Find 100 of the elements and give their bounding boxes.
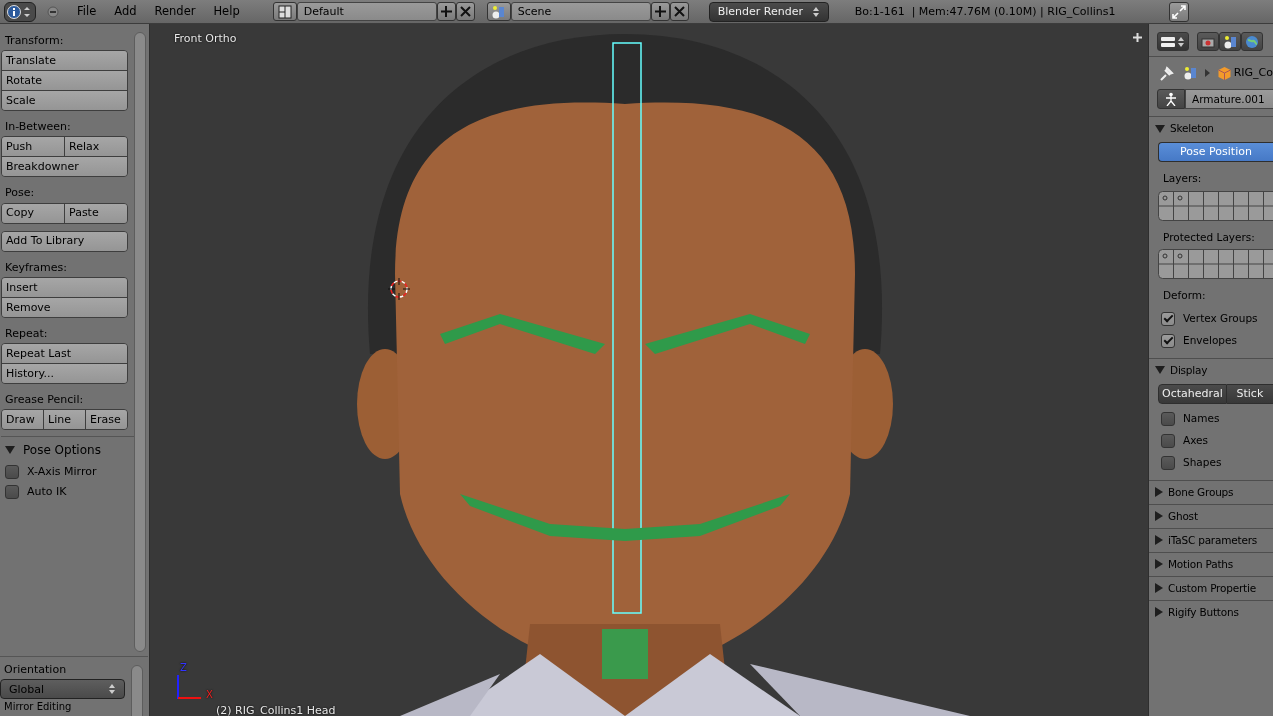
field-label: Protected Layers:: [1162, 229, 1256, 245]
screen-layout-field[interactable]: Default: [296, 2, 437, 21]
chevron-icon: [1204, 69, 1210, 77]
plus-icon[interactable]: [1133, 33, 1142, 42]
add-icon[interactable]: [650, 2, 670, 21]
scene-icon[interactable]: [486, 2, 511, 21]
checkbox[interactable]: [1161, 455, 1175, 470]
pose-position-button[interactable]: Pose Position: [1158, 142, 1273, 162]
tool-button[interactable]: Push: [2, 137, 64, 157]
close-icon[interactable]: [455, 2, 475, 21]
render-engine-dropdown[interactable]: Blender Render: [708, 1, 829, 22]
checkbox-label: Envelopes: [1183, 334, 1237, 348]
section-label: Mirror Editing: [3, 700, 73, 713]
axis-label: X: [206, 689, 213, 701]
globe-icon[interactable]: [1241, 32, 1263, 51]
checkbox[interactable]: [5, 464, 19, 479]
expand-arrow-icon[interactable]: [1155, 559, 1163, 570]
scene-statistics: Bo:1-161 | Mem:47.76M (0.10M) | RIG_Collins1: [854, 4, 1116, 19]
armature-icon[interactable]: [1157, 89, 1185, 109]
checkbox[interactable]: [5, 484, 19, 499]
tool-button[interactable]: Remove: [2, 297, 127, 317]
add-icon[interactable]: [436, 2, 456, 21]
expand-arrow-icon[interactable]: [1155, 583, 1163, 594]
panel-title[interactable]: Skeleton: [1170, 122, 1214, 135]
close-icon[interactable]: [669, 2, 689, 21]
view-name: Front Ortho: [174, 32, 237, 46]
cube-icon: [1217, 66, 1231, 80]
panel-title[interactable]: Motion Paths: [1168, 558, 1234, 571]
updown-arrow-icon: [108, 683, 116, 696]
axis-label: Z: [180, 662, 187, 674]
tool-button[interactable]: History...: [2, 363, 127, 383]
checkbox-label: Names: [1183, 412, 1220, 426]
checkbox[interactable]: [1161, 333, 1175, 348]
tool-button[interactable]: Paste: [64, 203, 127, 223]
menu-item[interactable]: Help: [206, 4, 247, 19]
section-label: In-Between:: [4, 119, 72, 136]
section-label: Grease Pencil:: [4, 391, 85, 408]
panel-title[interactable]: Custom Propertie: [1168, 582, 1256, 595]
menu-item[interactable]: Add: [107, 4, 144, 19]
datablock-field[interactable]: Armature.001: [1185, 89, 1273, 109]
updown-arrow-icon: [811, 5, 820, 18]
object-info: (2) RIG_Collins1 Head: [216, 704, 336, 716]
scrollbar[interactable]: [131, 665, 143, 716]
panel-title[interactable]: iTaSC parameters: [1168, 534, 1258, 547]
collapse-icon[interactable]: [46, 4, 60, 19]
tool-button[interactable]: Erase: [85, 410, 127, 430]
scene-icon[interactable]: [1219, 32, 1241, 51]
expand-arrow-icon[interactable]: [5, 446, 15, 455]
panel-title[interactable]: Pose Options: [23, 443, 101, 458]
tool-button[interactable]: Copy: [2, 203, 64, 223]
panel-title[interactable]: Rigify Buttons: [1168, 606, 1239, 619]
fullscreen-icon[interactable]: [1169, 1, 1190, 22]
expand-arrow-icon[interactable]: [1155, 607, 1163, 618]
field-label: Deform:: [1162, 288, 1207, 304]
panel-title[interactable]: Bone Groups: [1168, 486, 1234, 499]
menu-item[interactable]: File: [70, 4, 104, 19]
checkbox-label: Shapes: [1183, 456, 1222, 470]
checkbox[interactable]: [1161, 433, 1175, 448]
display-mode-button[interactable]: Stick: [1226, 383, 1273, 404]
section-label: Transform:: [4, 33, 65, 49]
tool-button[interactable]: Line: [43, 410, 85, 430]
tool-button[interactable]: Repeat Last: [2, 343, 127, 363]
checkbox[interactable]: [1161, 411, 1175, 426]
scene-field[interactable]: Scene: [510, 2, 651, 21]
checkbox-label: X-Axis Mirror: [27, 464, 97, 479]
tool-button[interactable]: Add To Library: [2, 231, 127, 251]
camera-icon[interactable]: [1197, 32, 1219, 51]
checkbox[interactable]: [1161, 311, 1175, 326]
tool-button[interactable]: Scale: [2, 91, 127, 111]
expand-arrow-icon[interactable]: [1155, 511, 1163, 522]
panel-title[interactable]: Ghost: [1168, 510, 1198, 523]
panel-title[interactable]: Display: [1170, 364, 1208, 377]
expand-arrow-icon[interactable]: [1155, 366, 1165, 375]
tool-button[interactable]: Draw: [2, 410, 43, 430]
info-editor-icon[interactable]: [4, 1, 36, 22]
expand-arrow-icon[interactable]: [1155, 124, 1165, 133]
field-label: Layers:: [1162, 171, 1203, 186]
tool-button[interactable]: Relax: [64, 137, 127, 157]
tool-button[interactable]: Rotate: [2, 71, 127, 91]
scrollbar[interactable]: [134, 32, 146, 652]
expand-arrow-icon[interactable]: [1155, 535, 1163, 546]
field-label: Orientation: [3, 663, 68, 678]
checkbox-label: Auto IK: [27, 484, 67, 499]
editor-type-icon[interactable]: [1157, 32, 1189, 51]
tool-button[interactable]: Insert: [2, 277, 127, 297]
checkbox-label: Vertex Groups: [1183, 312, 1258, 326]
tool-button[interactable]: Translate: [2, 51, 127, 71]
display-mode-button[interactable]: Octahedral: [1158, 383, 1227, 404]
axis-icon: [177, 674, 201, 700]
checkbox-label: Axes: [1183, 434, 1208, 448]
tool-button[interactable]: Breakdowner: [2, 157, 127, 177]
screen-layout-icon[interactable]: [272, 2, 297, 21]
menu-item[interactable]: Render: [147, 4, 203, 19]
expand-arrow-icon[interactable]: [1155, 487, 1163, 498]
scene-icon: [1182, 66, 1197, 80]
crosshair-icon: [388, 278, 410, 300]
breadcrumb-item[interactable]: RIG_Co: [1233, 66, 1273, 80]
section-label: Repeat:: [4, 325, 49, 342]
section-label: Keyframes:: [4, 259, 68, 276]
section-label: Pose:: [4, 185, 36, 202]
